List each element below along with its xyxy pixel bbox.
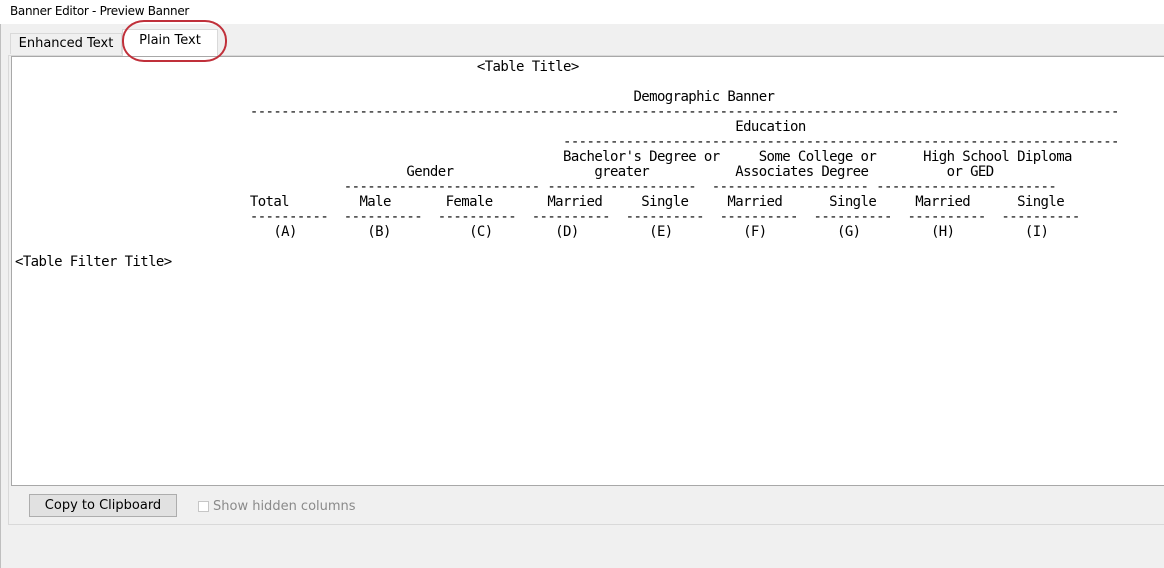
window-left-edge — [0, 24, 1, 568]
tab-enhanced-text[interactable]: Enhanced Text — [10, 33, 122, 54]
banner-preview-text: <Table Title> Demographic Banner -------… — [15, 59, 1119, 270]
copy-to-clipboard-button[interactable]: Copy to Clipboard — [29, 494, 177, 517]
show-hidden-columns-option[interactable]: Show hidden columns — [198, 498, 356, 514]
show-hidden-columns-checkbox[interactable] — [198, 500, 209, 512]
show-hidden-columns-label: Show hidden columns — [213, 498, 356, 514]
window-title: Banner Editor - Preview Banner — [10, 4, 190, 18]
title-bar: Banner Editor - Preview Banner — [0, 0, 1164, 24]
plain-text-preview[interactable]: <Table Title> Demographic Banner -------… — [11, 56, 1164, 486]
tab-plain-text[interactable]: Plain Text — [122, 29, 218, 56]
bottom-divider — [8, 524, 1164, 525]
